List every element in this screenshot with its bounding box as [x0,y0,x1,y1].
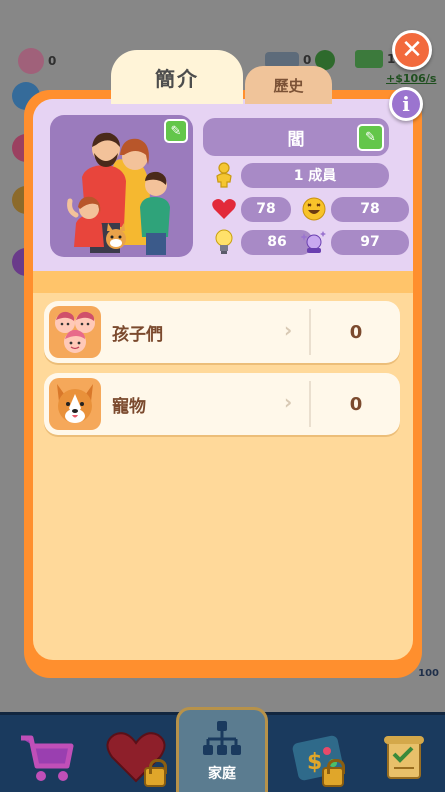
members-count: 1 成員 [293,168,337,184]
nav-love[interactable] [96,723,176,792]
chevron-right-icon: › [284,390,293,414]
stat-heart: 78 [211,196,291,222]
tab-history[interactable]: 歷史 [245,66,332,104]
edit-portrait-button[interactable]: ✎ [164,119,188,143]
bg-bottom-value: 100 [418,668,439,679]
children-count-value: 0 [349,321,363,343]
laughing-face-icon [301,196,327,222]
bg-heart-icon [18,48,44,74]
close-icon: ✕ [401,35,423,65]
lightbulb-icon [211,229,237,255]
heart-value: 78 [256,201,276,217]
nav-lottery[interactable]: $ [278,723,358,792]
stat-happy: 78 [301,196,409,222]
list-item-label: 孩子們 [112,301,163,363]
pencil-icon: ✎ [170,123,182,139]
stat-idea: 86 [211,229,313,255]
pets-count: 0 [312,373,400,435]
info-icon: i [402,92,410,116]
close-button[interactable]: ✕ [392,30,432,70]
nav-shop[interactable] [6,723,86,792]
bg-bottom-counter: 100 [418,668,439,679]
bg-ticket-value: 0 [303,53,312,67]
pencil-icon: ✎ [365,130,376,145]
scroll-icon [384,736,424,779]
list-item-pets[interactable]: 寵物 › 0 [44,373,400,435]
bg-heart-counter: 0 [18,48,56,74]
list-item-label: 寵物 [112,373,146,435]
children-label: 孩子們 [112,324,163,345]
pets-count-value: 0 [349,393,363,415]
children-count: 0 [312,301,400,363]
happy-value: 78 [360,201,380,217]
list-item-children[interactable]: 孩子們 › 0 [44,301,400,363]
divider [309,381,311,427]
crystal-ball-icon [301,229,327,255]
divider [309,309,311,355]
family-portrait[interactable]: ✎ [50,115,193,257]
profile-header: ✎ 閻 ✎ 1 成員 78 78 86 97 [33,99,413,271]
magic-pill: 97 [331,229,409,255]
nav-quests[interactable] [364,723,444,792]
tab-history-label: 歷史 [273,76,304,95]
family-name-box: 閻 ✎ [203,118,389,156]
lock-icon [322,759,345,787]
members-row: 1 成員 [211,162,389,188]
info-button[interactable]: i [389,87,423,121]
bg-income: +$106/s [386,72,436,85]
bottom-navigation: 家庭 $ [0,707,445,792]
svg-text:$: $ [307,750,322,775]
family-name: 閻 [287,129,305,150]
members-pill: 1 成員 [241,162,389,188]
heart-icon [211,196,237,222]
family-panel: ✎ 閻 ✎ 1 成員 78 78 86 97 孩子們 › 0 寵物 › 0 [24,90,422,678]
lock-icon [144,759,167,787]
heart-pill: 78 [241,196,291,222]
panel-content: ✎ 閻 ✎ 1 成員 78 78 86 97 孩子們 › 0 寵物 › 0 [33,99,413,660]
idea-value: 86 [267,234,287,250]
pets-label: 寵物 [112,396,146,417]
stat-magic: 97 [301,229,409,255]
chevron-right-icon: › [284,318,293,342]
happy-pill: 78 [331,196,409,222]
magic-value: 97 [360,234,380,250]
header-divider-strip [33,271,413,293]
nav-family[interactable]: 家庭 [176,707,268,792]
shop-cart-icon [21,735,74,781]
bg-cash-icon [355,50,383,68]
bg-income-value: +$106/s [386,72,437,85]
bg-heart-value: 0 [48,54,57,68]
family-tree-icon [203,721,241,755]
edit-name-button[interactable]: ✎ [357,124,384,151]
tab-intro-label: 簡介 [155,66,199,91]
person-icon [211,162,237,188]
corgi-dog-icon [49,378,101,430]
children-faces-icon [49,306,101,358]
tab-intro[interactable]: 簡介 [111,50,243,104]
nav-family-label: 家庭 [208,766,236,782]
